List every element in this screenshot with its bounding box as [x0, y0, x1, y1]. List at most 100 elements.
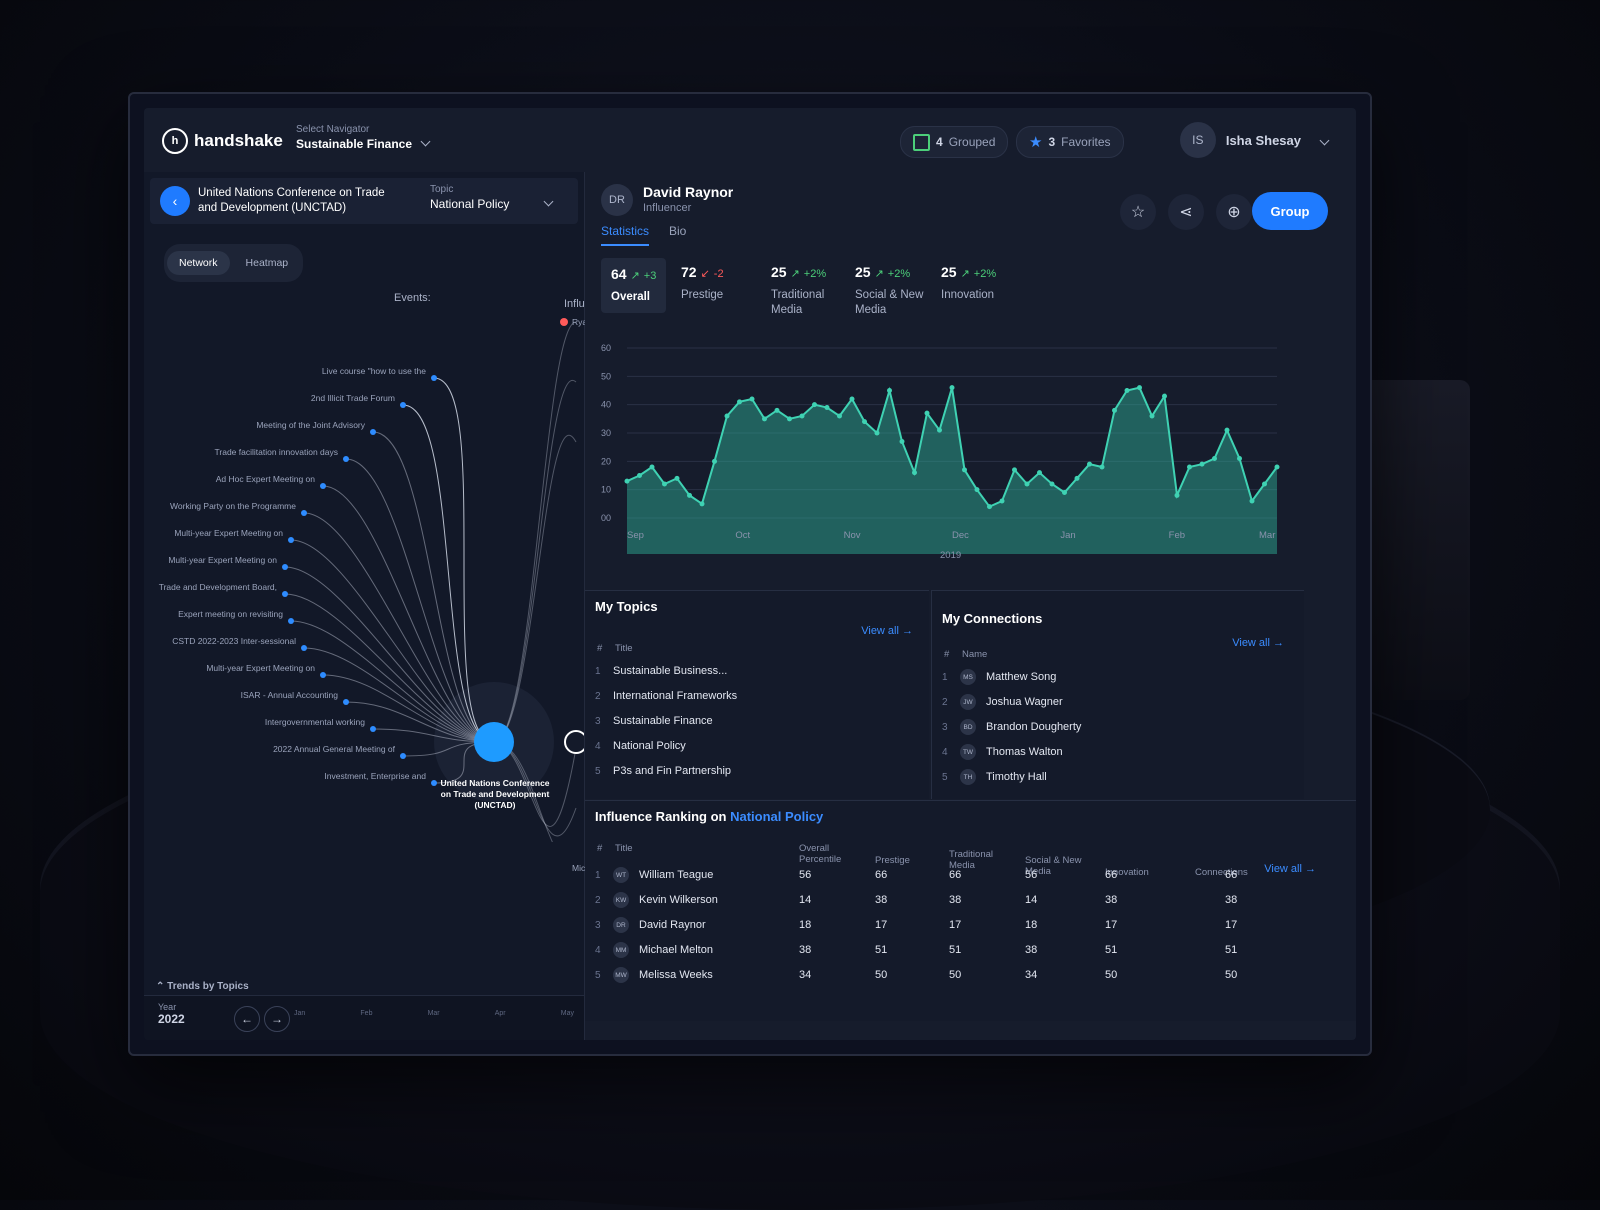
row-number: 1	[595, 665, 601, 677]
share-button[interactable]: ⋖	[1168, 194, 1204, 230]
stat-innovation[interactable]: 25 ↗ +2% Innovation	[941, 264, 996, 303]
grouped-button[interactable]: 4 Grouped	[900, 126, 1009, 158]
tab-bio[interactable]: Bio	[669, 224, 686, 246]
monitor-screen: h handshake Select Navigator Sustainable…	[128, 92, 1372, 1056]
list-item[interactable]: 2 International Frameworks	[595, 690, 737, 702]
year-label: Year	[158, 1002, 177, 1012]
event-label[interactable]: ISAR - Annual Accounting	[241, 690, 338, 700]
event-label[interactable]: Live course "how to use the	[322, 366, 426, 376]
event-label[interactable]: Investment, Enterprise and	[324, 771, 426, 781]
event-label[interactable]: Intergovernmental working	[265, 717, 365, 727]
event-label[interactable]: Multi-year Expert Meeting on	[174, 528, 283, 538]
cell-overall: 56	[799, 869, 812, 881]
card-title: Influence Ranking on National Policy	[595, 809, 823, 824]
view-all-link[interactable]: View all →	[1232, 637, 1284, 649]
event-label[interactable]: Ad Hoc Expert Meeting on	[216, 474, 315, 484]
col-header: Name	[962, 649, 988, 660]
connection-name: Timothy Hall	[986, 771, 1047, 783]
list-item[interactable]: 3 Sustainable Finance	[595, 715, 713, 727]
list-item[interactable]: 5 P3s and Fin Partnership	[595, 765, 731, 777]
favorites-button[interactable]: ★ 3 Favorites	[1016, 126, 1124, 158]
network-graph[interactable]: United Nations Conference on Trade and D…	[144, 282, 592, 873]
stat-social-media[interactable]: 25 ↗ +2% Social & New Media	[855, 264, 935, 318]
ranking-title: Influence Ranking on	[595, 809, 727, 824]
trends-toggle[interactable]: ⌃ Trends by Topics	[156, 981, 249, 992]
favorite-button[interactable]: ☆	[1120, 194, 1156, 230]
stat-traditional-media[interactable]: 25 ↗ +2% Traditional Media	[771, 264, 851, 318]
table-row[interactable]: 4 MM Michael Melton	[595, 942, 713, 958]
data-point	[699, 501, 705, 507]
event-label[interactable]: Expert meeting on revisiting	[178, 609, 283, 619]
stat-label: Social & New Media	[855, 289, 924, 316]
timeline-months: Jan Feb Mar Apr May	[294, 1010, 574, 1017]
view-all-link[interactable]: View all →	[1264, 863, 1316, 875]
event-label[interactable]: 2022 Annual General Meeting of	[273, 744, 395, 754]
stat-prestige[interactable]: 72 ↙ -2 Prestige	[681, 264, 724, 303]
data-point	[737, 399, 742, 405]
topic-select[interactable]: Topic National Policy	[430, 184, 554, 211]
table-row[interactable]: 3 DR David Raynor	[595, 917, 706, 933]
tab-heatmap[interactable]: Heatmap	[234, 251, 301, 275]
stat-overall[interactable]: 64 ↗ +3 Overall	[601, 258, 667, 313]
list-item[interactable]: 1 Sustainable Business...	[595, 665, 727, 677]
topic-label: Topic	[430, 184, 454, 195]
add-button[interactable]: ⊕	[1216, 194, 1252, 230]
cell-prestige: 66	[875, 869, 888, 881]
cell-innovation: 66	[1105, 869, 1118, 881]
table-row[interactable]: 5 MW Melissa Weeks	[595, 967, 713, 983]
data-point	[1224, 427, 1230, 433]
event-label[interactable]: Working Party on the Programme	[170, 501, 296, 511]
prev-button[interactable]: ←	[234, 1006, 260, 1032]
group-button[interactable]: Group	[1252, 192, 1328, 230]
data-point	[637, 473, 642, 478]
col-header: Prestige	[875, 855, 910, 866]
list-item[interactable]: 4 National Policy	[595, 740, 686, 752]
event-label[interactable]: Multi-year Expert Meeting on	[206, 663, 315, 673]
event-node	[431, 780, 437, 786]
list-item[interactable]: 4 TW Thomas Walton	[942, 744, 1063, 760]
event-label[interactable]: 2nd Illicit Trade Forum	[311, 393, 395, 403]
list-item[interactable]: 3 BD Brandon Dougherty	[942, 719, 1081, 735]
view-all-link[interactable]: View all →	[861, 625, 913, 637]
event-label[interactable]: CSTD 2022-2023 Inter-sessional	[172, 636, 296, 646]
stat-delta: +3	[643, 270, 657, 282]
list-item[interactable]: 1 MS Matthew Song	[942, 669, 1056, 685]
event-label[interactable]: Multi-year Expert Meeting on	[168, 555, 277, 565]
cell-traditional: 51	[949, 944, 962, 956]
col-header: #	[944, 649, 950, 660]
tab-statistics[interactable]: Statistics	[601, 224, 650, 246]
year-select[interactable]: Year 2022	[158, 1002, 185, 1026]
back-button[interactable]: ‹	[160, 186, 190, 216]
data-point	[712, 458, 717, 464]
y-tick-label: 50	[601, 371, 611, 381]
data-point	[762, 416, 767, 422]
table-row[interactable]: 1 WT William Teague	[595, 867, 713, 883]
event-label[interactable]: Meeting of the Joint Advisory	[256, 420, 365, 430]
cell-connections: 66	[1225, 869, 1238, 881]
data-point	[874, 430, 880, 436]
topic-title: Sustainable Finance	[613, 715, 713, 727]
connection-name: Joshua Wagner	[986, 696, 1063, 708]
brand-logo[interactable]: h handshake	[162, 128, 283, 154]
statistics-chart[interactable]: 60 50 40 30 20 10 00 Sep Oct Nov Dec Jan Feb Mar 2019	[599, 342, 1289, 582]
event-label[interactable]: Trade and Development Board,	[159, 582, 277, 592]
month-label: Apr	[494, 1010, 506, 1017]
user-menu[interactable]: IS Isha Shesay	[1179, 122, 1330, 158]
event-node	[343, 456, 349, 462]
grouped-icon	[913, 133, 930, 151]
list-item[interactable]: 5 TH Timothy Hall	[942, 769, 1047, 785]
row-number: 5	[595, 765, 601, 777]
list-item[interactable]: 2 JW Joshua Wagner	[942, 694, 1063, 710]
data-point	[1124, 388, 1130, 393]
row-number: 4	[595, 944, 601, 956]
event-node	[301, 645, 307, 651]
event-label[interactable]: Trade facilitation innovation days	[215, 447, 338, 457]
navigator-select[interactable]: Select Navigator Sustainable Finance	[296, 124, 431, 151]
next-button[interactable]: →	[264, 1006, 290, 1032]
table-row[interactable]: 2 KW Kevin Wilkerson	[595, 892, 718, 908]
event-node	[370, 429, 376, 435]
network-edge	[493, 321, 577, 743]
data-point	[1174, 492, 1180, 498]
row-number: 2	[942, 696, 948, 708]
tab-network[interactable]: Network	[167, 251, 230, 275]
